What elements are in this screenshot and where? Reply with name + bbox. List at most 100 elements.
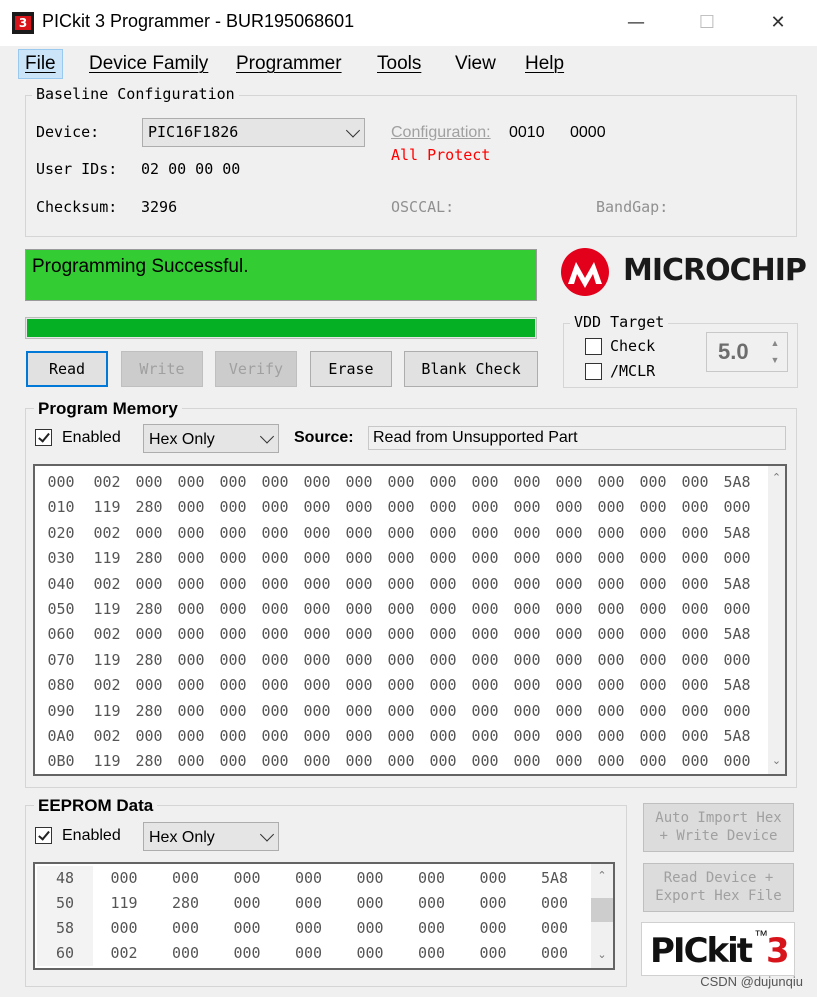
hex-cell[interactable]: 000 (339, 648, 379, 673)
hex-cell[interactable]: 000 (297, 572, 337, 597)
hex-cell[interactable]: 000 (633, 699, 673, 724)
hex-cell[interactable]: 000 (171, 749, 211, 774)
hex-cell[interactable]: 000 (633, 470, 673, 495)
hex-cell[interactable]: 000 (281, 866, 337, 891)
hex-cell[interactable]: 000 (219, 866, 275, 891)
hex-cell[interactable]: 000 (297, 648, 337, 673)
hex-cell[interactable]: 000 (297, 495, 337, 520)
hex-cell[interactable]: 000 (423, 597, 463, 622)
hex-cell[interactable]: 000 (213, 495, 253, 520)
hex-cell[interactable]: 000 (507, 470, 547, 495)
hex-cell[interactable]: 000 (381, 546, 421, 571)
scroll-down-icon[interactable]: ⌄ (591, 947, 613, 964)
hex-cell[interactable]: 5A8 (717, 622, 757, 647)
hex-cell[interactable]: 000 (404, 891, 460, 916)
hex-cell[interactable]: 000 (633, 597, 673, 622)
hex-cell[interactable]: 000 (527, 916, 583, 941)
hex-cell[interactable]: 000 (381, 699, 421, 724)
hex-cell[interactable]: 000 (255, 648, 295, 673)
hex-cell[interactable]: 000 (507, 673, 547, 698)
hex-cell[interactable]: 000 (465, 891, 521, 916)
menu-view[interactable]: View (449, 51, 502, 77)
program-memory-grid[interactable]: ⌃ ⌄ 000 002 000 000 000 000 000 000 000 000 000 000… (33, 464, 787, 776)
hex-cell[interactable]: 000 (213, 673, 253, 698)
hex-cell[interactable]: 000 (255, 673, 295, 698)
hex-cell[interactable]: 000 (507, 749, 547, 774)
hex-cell[interactable]: 119 (87, 495, 127, 520)
hex-cell[interactable]: 000 (591, 749, 631, 774)
hex-cell[interactable]: 000 (213, 724, 253, 749)
hex-cell[interactable]: 000 (219, 941, 275, 966)
hex-cell[interactable]: 000 (507, 521, 547, 546)
hex-cell[interactable]: 000 (465, 470, 505, 495)
hex-cell[interactable]: 000 (381, 495, 421, 520)
hex-cell[interactable]: 000 (381, 597, 421, 622)
hex-cell[interactable]: 000 (507, 572, 547, 597)
hex-cell[interactable]: 002 (87, 470, 127, 495)
program-memory-scrollbar[interactable]: ⌃ ⌄ (768, 466, 785, 774)
hex-cell[interactable]: 000 (339, 597, 379, 622)
hex-cell[interactable]: 000 (213, 597, 253, 622)
hex-cell[interactable]: 000 (281, 891, 337, 916)
hex-cell[interactable]: 000 (213, 572, 253, 597)
hex-cell[interactable]: 000 (549, 648, 589, 673)
hex-cell[interactable]: 000 (423, 673, 463, 698)
program-memory-enabled-checkbox[interactable] (35, 429, 52, 446)
hex-cell[interactable]: 000 (255, 622, 295, 647)
hex-cell[interactable]: 000 (255, 597, 295, 622)
hex-cell[interactable]: 000 (404, 866, 460, 891)
hex-cell[interactable]: 000 (591, 699, 631, 724)
hex-cell[interactable]: 000 (339, 521, 379, 546)
hex-cell[interactable]: 000 (675, 495, 715, 520)
vdd-voltage-stepper[interactable]: 5.0 ▲ ▼ (706, 332, 788, 372)
hex-cell[interactable]: 000 (591, 495, 631, 520)
hex-cell[interactable]: 000 (507, 597, 547, 622)
hex-cell[interactable]: 000 (129, 521, 169, 546)
hex-cell[interactable]: 000 (171, 546, 211, 571)
hex-cell[interactable]: 000 (591, 622, 631, 647)
hex-cell[interactable]: 000 (507, 546, 547, 571)
hex-cell[interactable]: 000 (171, 699, 211, 724)
hex-cell[interactable]: 000 (423, 622, 463, 647)
hex-cell[interactable]: 000 (342, 916, 398, 941)
hex-cell[interactable]: 000 (342, 941, 398, 966)
hex-cell[interactable]: 5A8 (717, 673, 757, 698)
hex-cell[interactable]: 000 (297, 749, 337, 774)
hex-cell[interactable]: 000 (339, 622, 379, 647)
hex-cell[interactable]: 000 (717, 495, 757, 520)
hex-cell[interactable]: 000 (549, 470, 589, 495)
hex-cell[interactable]: 000 (549, 749, 589, 774)
hex-cell[interactable]: 000 (465, 495, 505, 520)
stepper-up-icon[interactable]: ▲ (765, 335, 785, 351)
hex-cell[interactable]: 000 (465, 546, 505, 571)
eeprom-mode-select[interactable]: Hex Only (143, 822, 279, 851)
hex-cell[interactable]: 000 (219, 916, 275, 941)
hex-cell[interactable]: 000 (633, 495, 673, 520)
hex-cell[interactable]: 000 (297, 521, 337, 546)
write-button[interactable]: Write (121, 351, 203, 387)
hex-cell[interactable]: 000 (549, 622, 589, 647)
hex-cell[interactable]: 000 (339, 572, 379, 597)
hex-cell[interactable]: 000 (171, 495, 211, 520)
hex-cell[interactable]: 000 (213, 470, 253, 495)
scroll-up-icon[interactable]: ⌃ (768, 470, 785, 487)
hex-cell[interactable]: 000 (465, 673, 505, 698)
hex-cell[interactable]: 000 (213, 521, 253, 546)
hex-cell[interactable]: 002 (87, 521, 127, 546)
hex-cell[interactable]: 000 (339, 724, 379, 749)
hex-cell[interactable]: 000 (591, 572, 631, 597)
hex-cell[interactable]: 000 (549, 724, 589, 749)
hex-cell[interactable]: 5A8 (527, 866, 583, 891)
vdd-check-checkbox[interactable] (585, 338, 602, 355)
hex-cell[interactable]: 000 (255, 521, 295, 546)
hex-cell[interactable]: 000 (255, 724, 295, 749)
scroll-thumb[interactable] (591, 898, 613, 922)
hex-cell[interactable]: 000 (171, 597, 211, 622)
eeprom-enabled-checkbox[interactable] (35, 827, 52, 844)
hex-cell[interactable]: 000 (549, 699, 589, 724)
hex-cell[interactable]: 000 (465, 699, 505, 724)
hex-cell[interactable]: 280 (158, 891, 214, 916)
hex-cell[interactable]: 000 (465, 622, 505, 647)
hex-cell[interactable]: 000 (507, 724, 547, 749)
hex-cell[interactable]: 000 (549, 495, 589, 520)
